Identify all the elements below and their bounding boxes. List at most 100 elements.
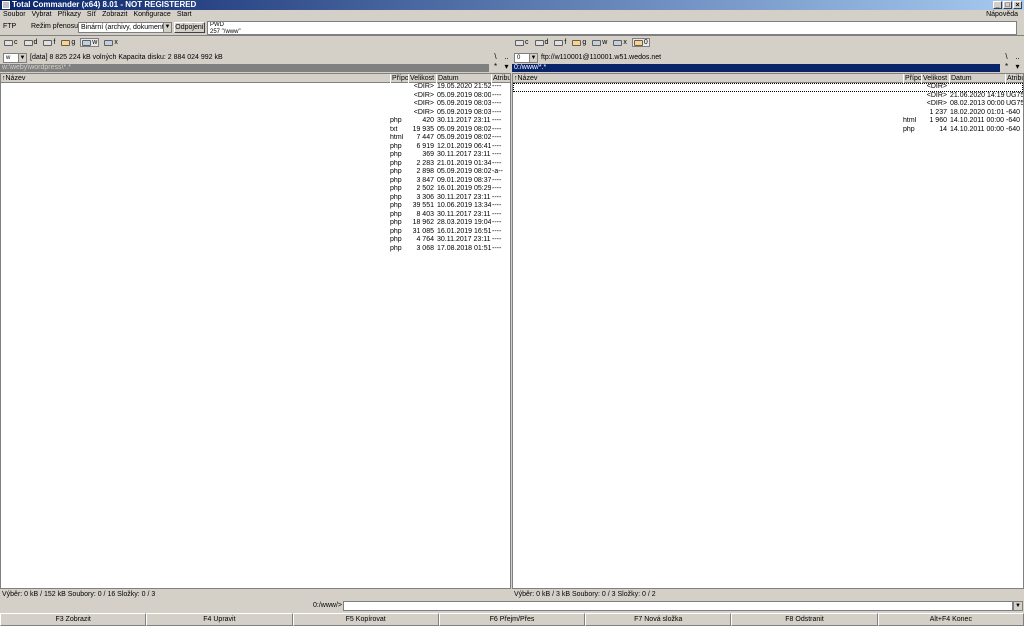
file-row[interactable]: readmehtml7 44705.09.2019 08:02---- [1,134,510,143]
file-row[interactable]: xmlrpcphp3 06817.08.2018 01:51---- [1,245,510,254]
file-row[interactable]: .htaccess1 23718.02.2020 01:01-640 [513,109,1023,118]
left-path[interactable]: w:\weby\wordpress\*.* [0,64,489,72]
file-row[interactable]: wp-configphp2 89805.09.2019 08:02-a-- [1,168,510,177]
left-history-button[interactable]: * [490,62,501,73]
f6-move-button[interactable]: F6 Přejm/Přes [438,613,586,626]
file-date-cell: 05.09.2019 08:02 [437,125,491,133]
file-row[interactable]: wp-comments-postphp2 28321.01.2019 01:34… [1,160,510,169]
column-attr[interactable]: Atribut [1005,74,1023,83]
file-row[interactable]: [domains]<DIR>21.06.2020 14:19UG750 [513,92,1023,101]
file-row[interactable]: wp-mailphp8 40330.11.2017 23:11---- [1,211,510,220]
left-drive-d[interactable]: d [23,39,39,46]
file-date-cell: 28.03.2019 19:04 [437,219,491,226]
usb-drive-icon [572,39,582,46]
file-row[interactable]: wp-blog-headerphp36930.11.2017 23:11---- [1,151,510,160]
column-date[interactable]: Datum [436,74,491,83]
right-drive-w[interactable]: w [591,39,608,46]
file-row[interactable]: wp-settingsphp18 96228.03.2019 19:04---- [1,219,510,228]
file-date-cell: 10.06.2019 13:34 [437,202,491,209]
file-row[interactable]: [..]<DIR>19.05.2020 21:52---- [1,83,510,92]
file-date-cell: 14.10.2011 00:00 [950,117,1004,124]
menu-sit[interactable]: Síť [84,10,99,20]
chevron-down-icon[interactable]: ▼ [1013,601,1023,611]
right-file-panel[interactable]: ↑Název Přípo Velikost Datum Atribut [..]… [512,73,1024,589]
file-row[interactable]: indexhtml1 96014.10.2011 00:00-640 [513,117,1023,126]
right-drive-d[interactable]: d [534,39,550,46]
file-row[interactable]: indexphp42030.11.2017 23:11---- [1,117,510,126]
column-size[interactable]: Velikost [921,74,949,83]
close-button[interactable]: × [1013,1,1022,9]
f5-copy-button[interactable]: F5 Kopírovat [292,613,439,626]
command-line-input[interactable] [343,601,1013,611]
f7-new-folder-button[interactable]: F7 Nová složka [585,613,732,626]
left-drive-c[interactable]: c [3,39,19,46]
column-size[interactable]: Velikost [408,74,436,83]
file-attr-cell: -640 [1006,117,1021,124]
file-row[interactable]: wp-loadphp3 30630.11.2017 23:11---- [1,194,510,203]
file-row[interactable]: wp-trackbackphp4 76430.11.2017 23:11---- [1,236,510,245]
left-drive-x[interactable]: x [103,39,119,46]
f4-edit-button[interactable]: F4 Upravit [146,613,293,626]
file-row[interactable]: [wp-content]<DIR>05.09.2019 08:03---- [1,100,510,109]
right-history-button[interactable]: * [1001,62,1012,73]
f8-delete-button[interactable]: F8 Odstranit [731,613,878,626]
file-date-cell: 21.01.2019 01:34 [437,159,491,167]
right-drive-ftp[interactable]: 0 [631,38,650,47]
file-attr-cell: ---- [492,176,502,184]
alt-f4-exit-button[interactable]: Alt+F4 Konec [877,613,1024,626]
file-attr-cell: ---- [492,108,502,116]
file-row[interactable]: wp-activatephp6 91912.01.2019 06:41---- [1,143,510,152]
menu-vybrat[interactable]: Vybrat [29,10,55,20]
column-name[interactable]: ↑Název [1,74,390,83]
maximize-button[interactable]: □ [1003,1,1012,9]
disconnect-button[interactable]: Odpojení [174,22,205,33]
left-drive-select[interactable]: w ▼ [3,52,27,63]
file-row[interactable]: [wp-admin]<DIR>05.09.2019 08:00---- [1,92,510,101]
file-row[interactable]: wp-cronphp3 84709.01.2019 08:37---- [1,177,510,186]
left-drive-g[interactable]: g [60,39,76,46]
right-path[interactable]: 0:/www/*.* [512,64,1000,72]
file-size-cell: <DIR> [413,108,434,116]
file-size-cell: <DIR> [413,83,434,90]
left-drive-f[interactable]: f [42,39,56,46]
column-attr[interactable]: Atribut [491,74,510,83]
f3-view-button[interactable]: F3 Zobrazit [0,613,147,626]
right-hotlist-button[interactable]: ▾ [1012,62,1023,73]
file-attr-cell: -640 [1006,108,1021,116]
file-row[interactable]: [..]<DIR> [513,83,1023,92]
right-drive-select[interactable]: 0 ▼ [514,52,538,63]
menu-zobrazit[interactable]: Zobrazit [99,10,130,20]
file-row[interactable]: [wp-includes]<DIR>05.09.2019 08:03---- [1,109,510,118]
column-ext[interactable]: Přípo [903,74,921,83]
transfer-mode-select[interactable]: Binární (archivy, dokument ▼ [78,22,172,33]
file-row[interactable]: wp-signupphp31 08516.01.2019 16:51---- [1,228,510,237]
right-drive-f[interactable]: f [553,39,567,46]
file-row[interactable]: wp-links-opmlphp2 50216.01.2019 05:29---… [1,185,510,194]
column-date[interactable]: Datum [949,74,1005,83]
file-row[interactable]: infophp1414.10.2011 00:00-640 [513,126,1023,135]
column-ext[interactable]: Přípo [390,74,408,83]
right-drive-c[interactable]: c [514,39,530,46]
menu-start[interactable]: Start [174,10,195,20]
file-ext-cell: txt [390,125,398,133]
minimize-button[interactable]: _ [993,1,1002,9]
menu-soubor[interactable]: Soubor [0,10,29,20]
file-row[interactable]: licensetxt19 93505.09.2019 08:02---- [1,126,510,135]
left-drive-w[interactable]: w [80,38,100,47]
transfer-mode-label: Režim přenosu [31,23,79,30]
column-name[interactable]: ↑Název [513,74,903,83]
right-drive-g[interactable]: g [571,39,587,46]
chevron-down-icon: ▼ [18,53,26,62]
menu-konfigurace[interactable]: Konfigurace [130,10,173,20]
right-drive-x[interactable]: x [612,39,628,46]
left-drive-bar: c d f g w x [3,37,119,48]
disk-icon [534,39,544,46]
file-row[interactable]: [subdom]<DIR>08.02.2013 00:00UG750 [513,100,1023,109]
disk-icon [23,39,33,46]
menu-napoveda[interactable]: Nápověda [983,10,1021,20]
file-row[interactable]: wp-loginphp39 55110.06.2019 13:34---- [1,202,510,211]
left-file-panel[interactable]: ↑Název Přípo Velikost Datum Atribut [..]… [0,73,511,589]
right-drive-bar: c d f g w x 0 [514,37,650,48]
file-attr-cell: ---- [492,91,502,99]
menu-prikazy[interactable]: Příkazy [55,10,84,20]
